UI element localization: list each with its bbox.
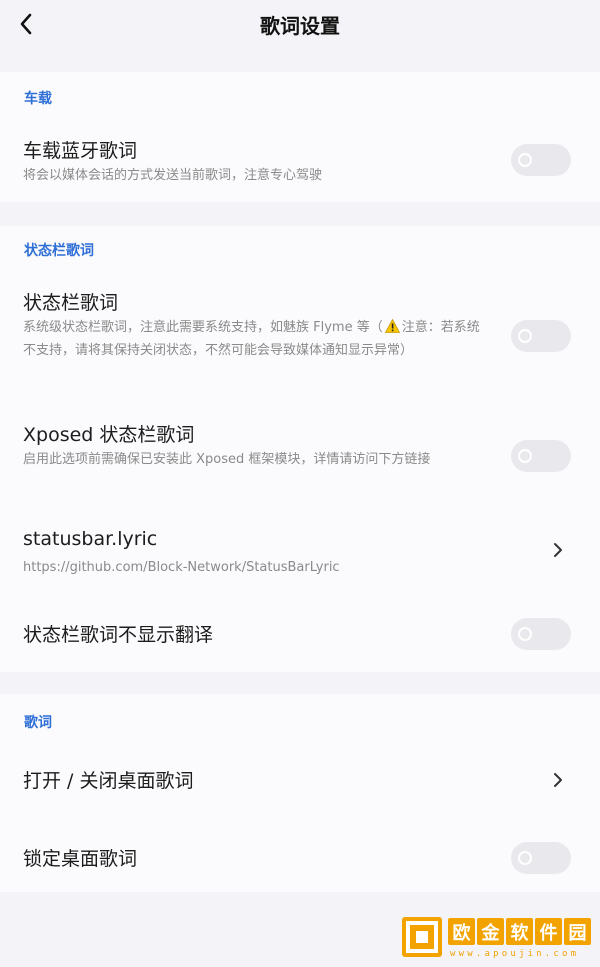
lock-desktop-lyrics-toggle[interactable]	[511, 842, 571, 874]
row-title: 状态栏歌词不显示翻译	[23, 624, 214, 646]
row-statusbar-no-translation[interactable]: 状态栏歌词不显示翻译	[0, 610, 600, 660]
row-lock-desktop-lyrics[interactable]: 锁定桌面歌词	[0, 834, 600, 884]
subtitle-part-1: 系统级状态栏歌词，注意此需要系统支持，如魅族 Flyme 等（	[23, 320, 383, 335]
row-title: 锁定桌面歌词	[23, 848, 138, 870]
chevron-right-icon	[548, 540, 568, 560]
section-lyrics: 歌词 打开 / 关闭桌面歌词 锁定桌面歌词	[0, 694, 600, 892]
row-title: statusbar.lyric	[23, 528, 158, 550]
row-subtitle: https://github.com/Block-Network/StatusB…	[23, 560, 340, 575]
toggle-knob	[518, 851, 532, 865]
watermark: 欧 金 软 件 园 www.apoujin.com	[400, 914, 596, 964]
row-subtitle: 将会以媒体会话的方式发送当前歌词，注意专心驾驶	[23, 168, 323, 183]
watermark-char: 园	[564, 918, 591, 945]
statusbar-no-translation-toggle[interactable]	[511, 618, 571, 650]
car-bluetooth-lyrics-toggle[interactable]	[511, 144, 571, 176]
row-subtitle: 启用此选项前需确保已安装此 Xposed 框架模块，详情请访问下方链接	[23, 452, 431, 467]
row-statusbar-lyrics[interactable]: 状态栏歌词 系统级状态栏歌词，注意此需要系统支持，如魅族 Flyme 等（ 注意：…	[0, 278, 600, 394]
section-label-lyrics: 歌词	[24, 715, 52, 731]
xposed-statusbar-lyrics-toggle[interactable]	[511, 440, 571, 472]
app-bar: 歌词设置	[0, 0, 600, 50]
section-statusbar: 状态栏歌词 状态栏歌词 系统级状态栏歌词，注意此需要系统支持，如魅族 Flyme…	[0, 226, 600, 672]
row-statusbar-lyric-link[interactable]: statusbar.lyric https://github.com/Block…	[0, 522, 600, 586]
statusbar-lyrics-toggle[interactable]	[511, 320, 571, 352]
row-title: 车载蓝牙歌词	[23, 140, 138, 162]
warning-icon	[384, 319, 400, 333]
watermark-char: 欧	[448, 918, 475, 945]
section-car: 车载 车载蓝牙歌词 将会以媒体会话的方式发送当前歌词，注意专心驾驶	[0, 72, 600, 202]
page-title: 歌词设置	[260, 14, 340, 38]
row-title: 打开 / 关闭桌面歌词	[23, 770, 194, 792]
watermark-char: 金	[477, 918, 504, 945]
toggle-knob	[518, 153, 532, 167]
section-label-car: 车载	[24, 91, 52, 107]
toggle-knob	[518, 449, 532, 463]
row-toggle-desktop-lyrics[interactable]: 打开 / 关闭桌面歌词	[0, 756, 600, 806]
row-subtitle: 系统级状态栏歌词，注意此需要系统支持，如魅族 Flyme 等（ 注意：若系统不支持…	[23, 316, 488, 362]
watermark-char: 件	[535, 918, 562, 945]
watermark-chars: 欧 金 软 件 园	[448, 918, 591, 945]
section-label-statusbar: 状态栏歌词	[24, 243, 94, 259]
watermark-url: www.apoujin.com	[450, 949, 580, 959]
row-xposed-statusbar-lyrics[interactable]: Xposed 状态栏歌词 启用此选项前需确保已安装此 Xposed 框架模块，详…	[0, 414, 600, 506]
row-car-bluetooth-lyrics[interactable]: 车载蓝牙歌词 将会以媒体会话的方式发送当前歌词，注意专心驾驶	[0, 124, 600, 194]
row-title: 状态栏歌词	[23, 292, 119, 314]
toggle-knob	[518, 329, 532, 343]
toggle-knob	[518, 627, 532, 641]
watermark-logo-icon	[402, 917, 442, 957]
watermark-char: 软	[506, 918, 533, 945]
chevron-right-icon	[548, 770, 568, 790]
row-title: Xposed 状态栏歌词	[23, 424, 195, 446]
